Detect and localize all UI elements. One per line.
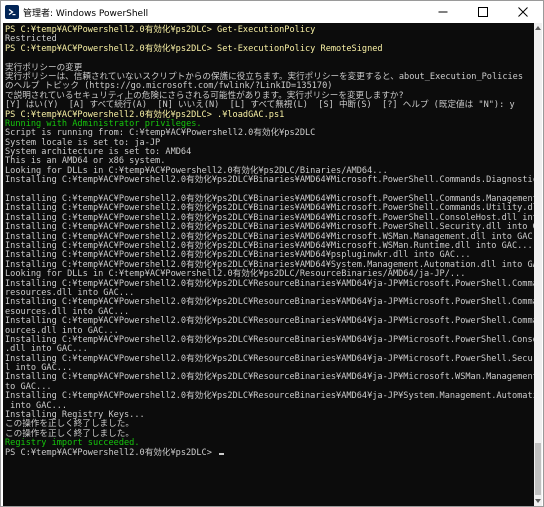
cursor-row: PS C:¥temp¥AC¥Powershell2.0有効化¥ps2DLC> [5, 449, 535, 458]
minimize-icon[interactable] [423, 1, 463, 23]
window-title: 管理者: Windows PowerShell [23, 8, 149, 19]
close-icon[interactable] [503, 1, 543, 23]
console-line: Installing C:¥temp¥AC¥Powershell2.0有効化¥p… [5, 353, 535, 364]
powershell-window: 管理者: Windows PowerShell PS C:¥temp¥AC¥Po… [0, 0, 544, 507]
console-line: Installing C:¥temp¥AC¥Powershell2.0有効化¥p… [5, 372, 535, 383]
console-output[interactable]: PS C:¥temp¥AC¥Powershell2.0有効化¥ps2DLC> G… [3, 23, 535, 506]
console-line: Installing C:¥temp¥AC¥Powershell2.0有効化¥p… [5, 175, 535, 186]
console-line: PS C:¥temp¥AC¥Powershell2.0有効化¥ps2DLC> S… [5, 43, 383, 54]
maximize-icon[interactable] [463, 1, 503, 23]
scroll-down-icon[interactable] [534, 496, 542, 506]
text-cursor [219, 452, 225, 455]
vertical-scrollbar[interactable] [534, 23, 542, 506]
console-line: PS C:¥temp¥AC¥Powershell2.0有効化¥ps2DLC> G… [5, 25, 316, 35]
scroll-up-icon[interactable] [534, 23, 542, 33]
console-lines: PS C:¥temp¥AC¥Powershell2.0有効化¥ps2DLC> G… [5, 25, 535, 458]
powershell-icon [5, 5, 19, 19]
title-bar[interactable]: 管理者: Windows PowerShell [1, 1, 543, 23]
console-line: Installing C:¥temp¥AC¥Powershell2.0有効化¥p… [5, 391, 535, 402]
window-controls [423, 1, 543, 23]
scroll-thumb[interactable] [535, 443, 541, 495]
